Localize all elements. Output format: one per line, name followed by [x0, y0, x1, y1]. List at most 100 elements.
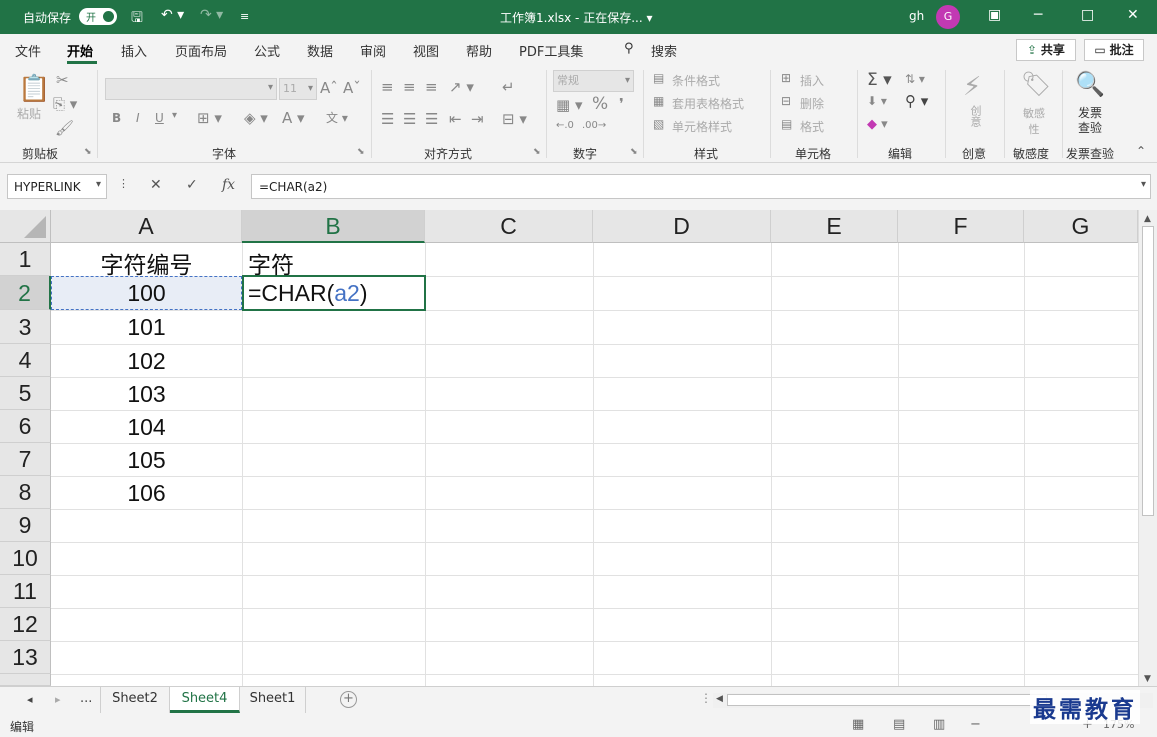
paste-label[interactable]: 粘贴 [17, 105, 41, 122]
redo-icon[interactable]: ↷ ▾ [200, 7, 223, 23]
find-select-icon[interactable]: ⚲ ▾ [905, 92, 928, 110]
vertical-scroll-thumb[interactable] [1142, 226, 1154, 516]
alignment-dialog-launcher-icon[interactable]: ⬊ [533, 147, 541, 157]
column-header-a[interactable]: A [51, 210, 242, 243]
share-button[interactable]: ⇪ 共享 [1016, 39, 1076, 61]
insert-cells-icon[interactable]: ⊞ [781, 71, 791, 85]
cancel-icon[interactable]: ✕ [150, 177, 162, 193]
insert-cells-button[interactable]: 插入 [800, 72, 824, 89]
phonetic-icon[interactable]: 文 ▾ [326, 109, 348, 126]
increase-font-icon[interactable]: Aˆ [320, 79, 338, 97]
row-header-13[interactable]: 13 [0, 641, 51, 674]
align-top-icon[interactable]: ≡ [381, 78, 394, 96]
next-sheet-icon[interactable]: ▸ [55, 693, 61, 706]
ideas-button[interactable]: 创意 [967, 105, 983, 127]
enter-icon[interactable]: ✓ [186, 177, 198, 193]
dialog-launcher-icon[interactable]: ⬊ [84, 147, 92, 157]
table-format-button[interactable]: 套用表格格式 [672, 95, 744, 112]
sheet-tab-sheet2[interactable]: Sheet2 [100, 687, 170, 713]
expand-formula-bar-icon[interactable]: ▾ [1141, 179, 1146, 190]
delete-cells-icon[interactable]: ⊟ [781, 94, 791, 108]
wrap-text-icon[interactable]: ↵ [502, 78, 515, 96]
increase-indent-icon[interactable]: ⇥ [471, 110, 484, 128]
row-header-2[interactable]: 2 [0, 276, 51, 310]
tab-help[interactable]: 帮助 [466, 41, 492, 60]
font-dialog-launcher-icon[interactable]: ⬊ [357, 147, 365, 157]
number-dialog-launcher-icon[interactable]: ⬊ [630, 147, 638, 157]
fill-icon[interactable]: ⬇ ▾ [867, 94, 887, 108]
decrease-font-icon[interactable]: Aˇ [343, 79, 361, 97]
column-header-e[interactable]: E [771, 210, 898, 243]
maximize-icon[interactable]: □ [1081, 7, 1094, 23]
row-header-1[interactable]: 1 [0, 243, 51, 276]
font-color-icon[interactable]: A ▾ [282, 109, 305, 127]
vertical-scrollbar[interactable]: ▲ ▼ [1138, 210, 1157, 686]
row-header-14[interactable] [0, 674, 51, 686]
cell-a3[interactable]: 101 [51, 314, 242, 341]
clear-icon[interactable]: ◆ ▾ [867, 117, 888, 132]
cell-a1[interactable]: 字符编号 [51, 246, 242, 280]
format-cells-button[interactable]: 格式 [800, 118, 824, 135]
cell-a2[interactable]: 100 [51, 280, 242, 307]
row-header-6[interactable]: 6 [0, 410, 51, 443]
search-icon[interactable]: ⚲ [624, 41, 634, 56]
add-sheet-button[interactable]: + [340, 691, 357, 708]
close-icon[interactable]: ✕ [1127, 7, 1139, 23]
autosum-icon[interactable]: Σ ▾ [867, 70, 892, 90]
tab-search[interactable]: 搜索 [651, 41, 677, 60]
tab-formulas[interactable]: 公式 [254, 41, 280, 60]
comment-button[interactable]: ▭ 批注 [1084, 39, 1144, 61]
save-icon[interactable]: 🖫 [131, 7, 143, 31]
invoice-check-icon[interactable]: 🔍 [1075, 70, 1105, 98]
name-box[interactable]: HYPERLINK ▾ [7, 174, 107, 199]
format-cells-icon[interactable]: ▤ [781, 117, 792, 131]
page-break-view-icon[interactable]: ▥ [933, 717, 945, 732]
tab-insert[interactable]: 插入 [121, 41, 147, 60]
document-title[interactable]: 工作簿1.xlsx - 正在保存... ▾ [500, 9, 652, 26]
align-left-icon[interactable]: ☰ [381, 110, 394, 128]
cell-a7[interactable]: 105 [51, 447, 242, 474]
comma-style-icon[interactable]: ❜ [619, 95, 624, 113]
format-painter-icon[interactable]: 🖌 [55, 119, 74, 137]
collapse-ribbon-icon[interactable]: ⌃ [1136, 144, 1146, 158]
column-header-b[interactable]: B [242, 210, 425, 243]
align-right-icon[interactable]: ☰ [425, 110, 438, 128]
tab-review[interactable]: 审阅 [360, 41, 386, 60]
tab-split-handle[interactable]: ⋮ [700, 691, 712, 705]
table-format-icon[interactable]: ▦ [653, 94, 664, 108]
decrease-decimal-icon[interactable]: .00→ [582, 120, 606, 131]
row-header-8[interactable]: 8 [0, 476, 51, 509]
sensitivity-button[interactable]: 敏感性 [1020, 105, 1048, 137]
zoom-out-icon[interactable]: − [970, 717, 981, 732]
minimize-icon[interactable]: ─ [1034, 7, 1042, 23]
undo-icon[interactable]: ↶ ▾ [161, 7, 184, 23]
scroll-down-icon[interactable]: ▼ [1144, 674, 1151, 684]
cell-a5[interactable]: 103 [51, 381, 242, 408]
align-bottom-icon[interactable]: ≡ [425, 78, 438, 96]
orientation-icon[interactable]: ↗ ▾ [449, 78, 474, 96]
underline-button[interactable]: U [155, 111, 164, 125]
sheet-tab-sheet1[interactable]: Sheet1 [240, 687, 306, 713]
row-header-10[interactable]: 10 [0, 542, 51, 575]
delete-cells-button[interactable]: 删除 [800, 95, 824, 112]
cell-a4[interactable]: 102 [51, 348, 242, 375]
accounting-format-icon[interactable]: ▦ ▾ [556, 96, 582, 114]
prev-sheet-icon[interactable]: ◂ [27, 693, 33, 706]
cell-a6[interactable]: 104 [51, 414, 242, 441]
copy-icon[interactable]: ⎘ ▾ [53, 95, 77, 113]
more-sheets-button[interactable]: ... [80, 691, 92, 706]
decrease-indent-icon[interactable]: ⇤ [449, 110, 462, 128]
tab-data[interactable]: 数据 [307, 41, 333, 60]
sensitivity-icon[interactable]: 🏷 [1021, 70, 1051, 98]
insert-function-icon[interactable]: fx [222, 177, 235, 193]
horizontal-scroll-thumb[interactable] [727, 694, 1047, 706]
conditional-format-icon[interactable]: ▤ [653, 71, 664, 85]
row-header-4[interactable]: 4 [0, 344, 51, 377]
normal-view-icon[interactable]: ▦ [852, 717, 864, 732]
merge-center-icon[interactable]: ⊟ ▾ [502, 110, 527, 128]
cell-b1[interactable]: 字符 [248, 246, 294, 280]
sort-filter-icon[interactable]: ⇅ ▾ [905, 72, 925, 86]
row-header-12[interactable]: 12 [0, 608, 51, 641]
autosave-toggle[interactable]: 开 [79, 8, 117, 25]
select-all-button[interactable] [0, 210, 51, 243]
